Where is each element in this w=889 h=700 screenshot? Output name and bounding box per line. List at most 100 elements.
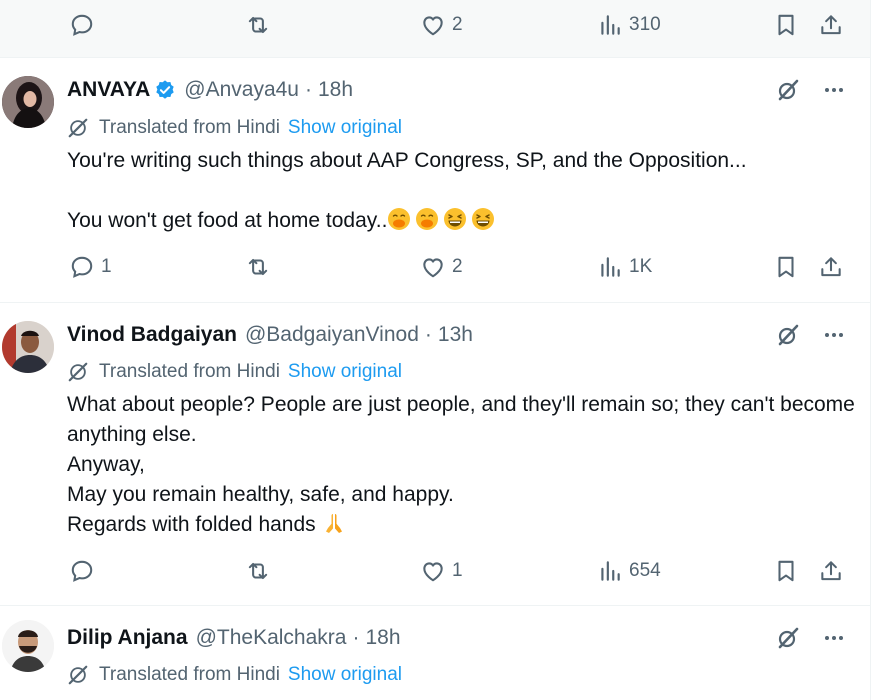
display-name[interactable]: Vinod Badgaiyan: [67, 323, 237, 347]
share-button[interactable]: [818, 558, 844, 584]
share-button[interactable]: [818, 254, 844, 280]
share-icon: [818, 12, 844, 38]
tweet[interactable]: Vinod Badgaiyan @BadgaiyanVinod · 13h Tr…: [0, 303, 870, 606]
verified-icon: [154, 79, 176, 101]
handle[interactable]: @TheKalchakra: [196, 626, 347, 650]
more-button[interactable]: [822, 323, 846, 347]
bookmark-button[interactable]: [773, 558, 799, 584]
tweet-line: What about people? People are just peopl…: [67, 393, 855, 446]
folded-hands-emoji-icon: [322, 511, 346, 535]
avatar[interactable]: [2, 76, 54, 128]
grok-icon: [776, 323, 800, 347]
translate-icon: [67, 361, 89, 383]
retweet-icon: [245, 558, 271, 584]
tweet[interactable]: ANVAYA @Anvaya4u · 18h Translated from H…: [0, 58, 870, 303]
like-count: 2: [452, 14, 463, 35]
translation-notice: Translated from Hindi Show original: [67, 361, 402, 383]
grok-button[interactable]: [776, 78, 800, 102]
timestamp[interactable]: 18h: [365, 626, 400, 650]
tweet-line: You're writing such things about AAP Con…: [67, 149, 747, 172]
bookmark-icon: [773, 558, 799, 584]
tweet-actions: 1 654: [0, 558, 870, 598]
show-original-link[interactable]: Show original: [288, 117, 402, 139]
tweet-text: What about people? People are just peopl…: [67, 390, 857, 540]
retweet-button[interactable]: [245, 254, 271, 280]
retweet-icon: [245, 254, 271, 280]
tweet-line: Anyway,: [67, 453, 145, 476]
more-icon: [822, 78, 846, 102]
views-count: 310: [629, 14, 661, 35]
separator: ·: [424, 323, 432, 346]
more-icon: [822, 626, 846, 650]
more-icon: [822, 323, 846, 347]
hushed-face-emoji-icon: [415, 207, 439, 231]
translate-icon: [67, 664, 89, 686]
separator: ·: [352, 626, 360, 649]
translate-icon: [67, 117, 89, 139]
handle[interactable]: @Anvaya4u: [184, 78, 299, 102]
retweet-icon: [245, 12, 271, 38]
views-icon: [597, 558, 623, 584]
separator: ·: [305, 78, 312, 101]
show-original-link[interactable]: Show original: [288, 664, 402, 686]
like-count: 2: [452, 256, 463, 277]
reply-icon: [69, 558, 95, 584]
hushed-face-emoji-icon: [387, 207, 411, 231]
views-button[interactable]: 1K: [597, 254, 652, 280]
like-button[interactable]: 2: [420, 12, 463, 38]
timestamp[interactable]: 18h: [318, 78, 353, 102]
like-button[interactable]: 2: [420, 254, 463, 280]
views-button[interactable]: 310: [597, 12, 661, 38]
bookmark-icon: [773, 12, 799, 38]
bookmark-icon: [773, 254, 799, 280]
views-icon: [597, 12, 623, 38]
tweet[interactable]: Dilip Anjana @TheKalchakra · 18h Transla…: [0, 606, 870, 700]
grok-button[interactable]: [776, 323, 800, 347]
like-icon: [420, 558, 446, 584]
show-original-link[interactable]: Show original: [288, 361, 402, 383]
more-button[interactable]: [822, 78, 846, 102]
grok-icon: [776, 78, 800, 102]
reply-button[interactable]: [69, 558, 101, 584]
views-icon: [597, 254, 623, 280]
display-name[interactable]: ANVAYA: [67, 78, 150, 102]
handle[interactable]: @BadgaiyanVinod: [245, 323, 419, 347]
laughing-face-emoji-icon: [471, 207, 495, 231]
retweet-button[interactable]: [245, 558, 271, 584]
tweet-line-blank: [67, 176, 857, 206]
tweet-text: You're writing such things about AAP Con…: [67, 146, 857, 236]
translation-notice: Translated from Hindi Show original: [67, 664, 402, 686]
tweet-header: ANVAYA @Anvaya4u · 18h: [67, 78, 353, 102]
tweet-line: Regards with folded hands: [67, 510, 857, 540]
share-icon: [818, 558, 844, 584]
bookmark-button[interactable]: [773, 254, 799, 280]
views-count: 1K: [629, 256, 653, 277]
timestamp[interactable]: 13h: [438, 323, 473, 347]
tweet-actions: 1 2 1K: [0, 254, 870, 294]
laughing-face-emoji-icon: [443, 207, 467, 231]
display-name[interactable]: Dilip Anjana: [67, 626, 188, 650]
right-gutter: [870, 0, 889, 700]
translation-notice: Translated from Hindi Show original: [67, 117, 402, 139]
translated-label: Translated from Hindi: [99, 361, 280, 382]
views-button[interactable]: 654: [597, 558, 661, 584]
share-button[interactable]: [818, 12, 844, 38]
previous-tweet-actions: 2 310: [0, 0, 870, 58]
share-icon: [818, 254, 844, 280]
bookmark-button[interactable]: [773, 12, 799, 38]
like-button[interactable]: 1: [420, 558, 463, 584]
like-icon: [420, 254, 446, 280]
avatar[interactable]: [2, 321, 54, 373]
grok-button[interactable]: [776, 626, 800, 650]
like-count: 1: [452, 560, 463, 581]
more-button[interactable]: [822, 626, 846, 650]
tweet-line: You won't get food at home today..: [67, 206, 857, 236]
avatar[interactable]: [2, 620, 54, 672]
grok-icon: [776, 626, 800, 650]
retweet-button[interactable]: [245, 12, 271, 38]
tweet-line: May you remain healthy, safe, and happy.: [67, 483, 454, 506]
reply-button[interactable]: [69, 12, 95, 38]
reply-icon: [69, 254, 95, 280]
reply-button[interactable]: 1: [69, 254, 112, 280]
translated-label: Translated from Hindi: [99, 664, 280, 685]
